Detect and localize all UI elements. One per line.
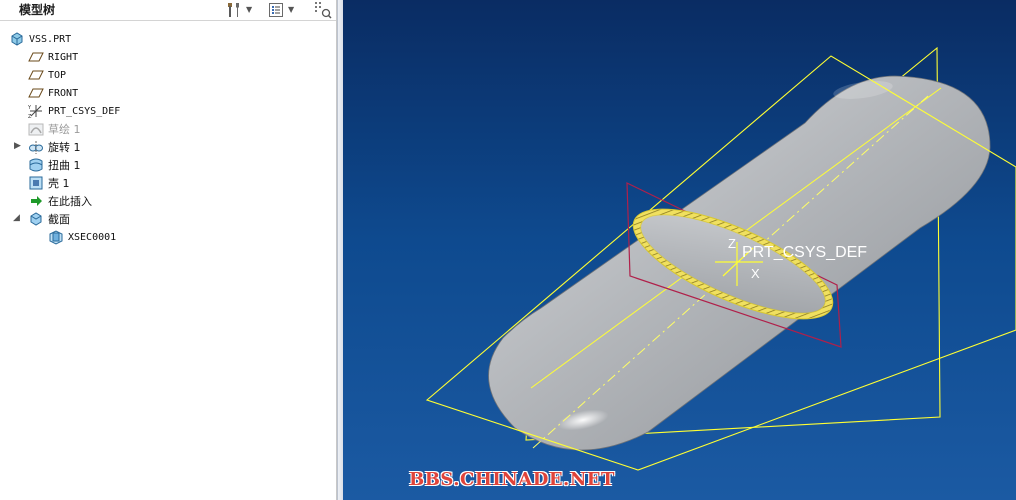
tree-item-label: 壳 1 [48, 177, 70, 190]
list-icon [269, 2, 283, 17]
tree-item-top[interactable]: TOP [28, 66, 66, 84]
datum-plane-icon [28, 70, 44, 80]
sketch-icon [28, 123, 44, 136]
revolve-icon [29, 141, 43, 154]
tree-item-label: TOP [48, 69, 67, 81]
tree-item-csys[interactable]: Y Z PRT_CSYS_DEF [28, 102, 120, 120]
tree-item-xsec[interactable]: XSEC0001 [48, 228, 116, 246]
tree-item-label: VSS.PRT [29, 33, 72, 45]
coordinate-system-icon: Y Z [28, 105, 42, 119]
axis-x-label: X [751, 266, 760, 281]
model-tree-header: 模型树 ▼ ▼ [0, 0, 336, 21]
tree-item-label: FRONT [48, 87, 79, 99]
expand-arrow-icon[interactable]: ▶ [14, 141, 24, 151]
tree-item-root[interactable]: VSS.PRT [9, 30, 71, 48]
csys-label: PRT_CSYS_DEF [742, 244, 868, 261]
tree-item-right[interactable]: RIGHT [28, 48, 78, 66]
part-icon [11, 32, 23, 46]
settings-menu-button[interactable]: ▼ [226, 1, 252, 18]
tree-item-insert-here[interactable]: 在此插入 [28, 192, 92, 210]
filter-icon [315, 1, 332, 19]
watermark: BBS.CHINADE.NET [409, 469, 615, 490]
cross-section-icon [49, 230, 63, 245]
datum-plane-icon [28, 52, 44, 62]
tree-item-front[interactable]: FRONT [28, 84, 78, 102]
tree-item-label: RIGHT [48, 51, 79, 63]
show-menu-button[interactable]: ▼ [268, 1, 294, 18]
tree-item-sketch[interactable]: 草绘 1 [28, 120, 81, 138]
axis-z-label: Z [728, 236, 736, 251]
tree-item-revolve[interactable]: 旋转 1 [28, 138, 81, 156]
tree-item-label: 在此插入 [48, 195, 92, 208]
tree-item-sections[interactable]: 截面 [28, 210, 70, 228]
tools-icon [228, 2, 239, 17]
model-tree-panel: 模型树 ▼ ▼ VSS.PRT RIGHT TOP FRONT Y Z PRT_… [0, 0, 337, 500]
graphics-viewport[interactable]: Z PRT_CSYS_DEF X BBS.CHINADE.NET [343, 0, 1016, 500]
insert-here-arrow-icon [31, 196, 42, 206]
datum-plane-icon [28, 88, 44, 98]
chevron-down-icon: ▼ [288, 5, 295, 14]
tree-item-label: XSEC0001 [68, 231, 117, 243]
filter-button[interactable] [314, 1, 332, 19]
tree-item-label: 截面 [48, 213, 70, 226]
tree-item-label: 旋转 1 [48, 141, 81, 154]
svg-text:Z: Z [28, 114, 32, 119]
model-scene [425, 46, 1016, 471]
warp-icon [29, 158, 43, 172]
tree-item-label: 草绘 1 [48, 123, 81, 136]
svg-text:Y: Y [28, 105, 32, 111]
shell-icon [29, 176, 43, 190]
tree-item-label: 扭曲 1 [48, 159, 81, 172]
model-tree-title: 模型树 [19, 3, 56, 17]
tree-item-warp[interactable]: 扭曲 1 [28, 156, 81, 174]
tree-item-shell[interactable]: 壳 1 [28, 174, 70, 192]
chevron-down-icon: ▼ [246, 5, 253, 14]
tree-item-label: PRT_CSYS_DEF [48, 105, 121, 117]
section-folder-icon [30, 212, 42, 226]
collapse-arrow-icon[interactable]: ◢ [13, 213, 23, 223]
